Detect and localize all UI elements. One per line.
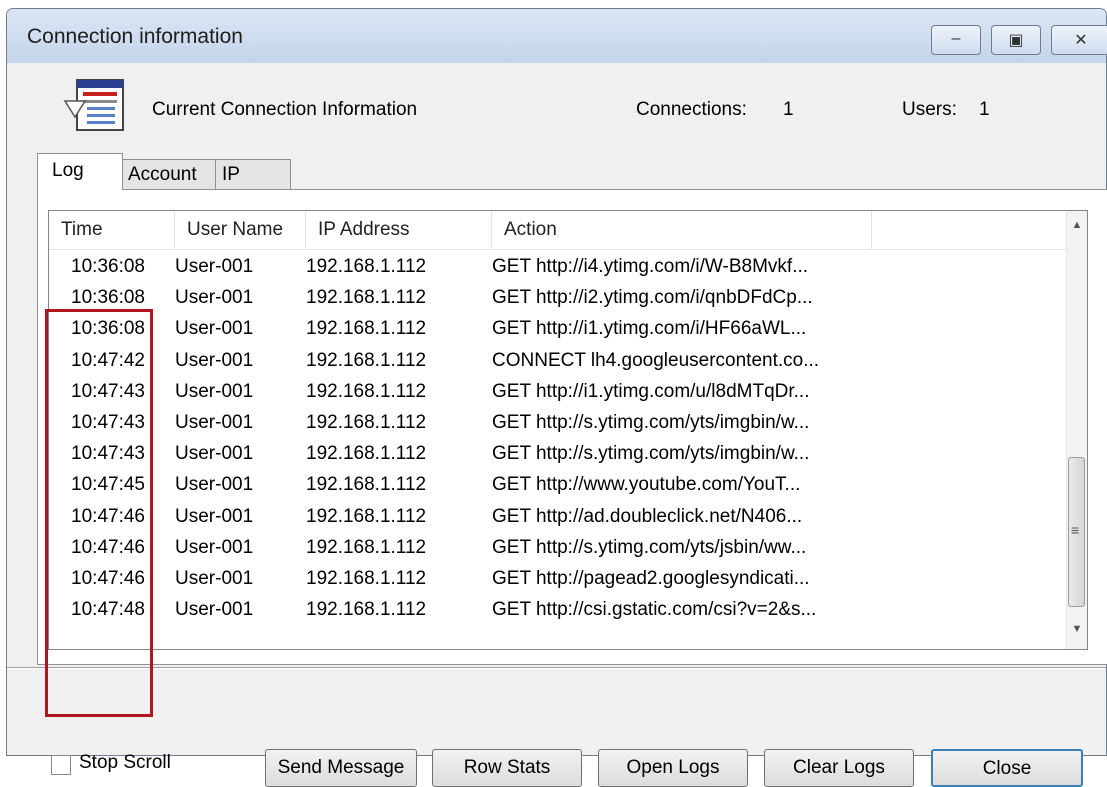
tab-ip[interactable]: IP [215, 159, 291, 191]
table-row[interactable]: 10:36:08 User-001 192.168.1.112 GET http://… [49, 282, 1067, 313]
table-row[interactable]: 10:47:46 User-001 192.168.1.112 GET http://… [49, 563, 1067, 594]
table-row[interactable]: 10:36:08 User-001 192.168.1.112 GET http://… [49, 313, 1067, 344]
close-icon: ✕ [1074, 32, 1088, 49]
user-name-cell: User-001 [175, 567, 254, 589]
divider [7, 667, 1106, 669]
user-name-cell: User-001 [175, 349, 254, 371]
table-row[interactable]: 10:47:45 User-001 192.168.1.112 GET http://… [49, 469, 1067, 500]
table-row[interactable]: 10:47:46 User-001 192.168.1.112 GET http://… [49, 532, 1067, 563]
ip-address-cell: 192.168.1.112 [306, 349, 427, 371]
scroll-thumb[interactable]: ≡ [1068, 457, 1085, 607]
ip-address-cell: 192.168.1.112 [306, 287, 427, 309]
action-cell: GET http://i1.ytimg.com/i/HF66aWL... [492, 318, 807, 340]
column-header-empty [872, 211, 1067, 249]
column-header-ip-address[interactable]: IP Address [306, 211, 492, 249]
user-name-cell: User-001 [175, 380, 254, 402]
scroll-down-icon[interactable]: ▼ [1067, 623, 1087, 643]
header-label: Current Connection Information [152, 99, 418, 120]
list-rows: 10:36:08 User-001 192.168.1.112 GET http://… [49, 251, 1067, 625]
connections-label: Connections: [636, 99, 747, 120]
user-name-cell: User-001 [175, 287, 254, 309]
ip-address-cell: 192.168.1.112 [306, 505, 427, 527]
user-name-cell: User-001 [175, 411, 254, 433]
table-row[interactable]: 10:47:43 User-001 192.168.1.112 GET http://… [49, 438, 1067, 469]
ip-address-cell: 192.168.1.112 [306, 380, 427, 402]
action-cell: GET http://s.ytimg.com/yts/jsbin/ww... [492, 536, 807, 558]
vertical-scrollbar[interactable]: ▲ ≡ ▼ [1066, 211, 1087, 649]
action-cell: GET http://s.ytimg.com/yts/imgbin/w... [492, 411, 810, 433]
action-cell: GET http://i2.ytimg.com/i/qnbDFdCp... [492, 287, 813, 309]
user-name-cell: User-001 [175, 474, 254, 496]
user-name-cell: User-001 [175, 505, 254, 527]
ip-address-cell: 192.168.1.112 [306, 256, 427, 277]
column-header-user-name[interactable]: User Name [175, 211, 306, 249]
tab-log-label: Log [52, 160, 84, 181]
table-row[interactable]: 10:36:08 User-001 192.168.1.112 GET http://… [49, 251, 1067, 282]
minimize-icon: ‒ [951, 30, 961, 47]
table-row[interactable]: 10:47:46 User-001 192.168.1.112 GET http://… [49, 501, 1067, 532]
log-tab-panel: Time User Name IP Address Action 10:36:0… [37, 189, 1107, 665]
action-cell: GET http://www.youtube.com/YouT... [492, 474, 801, 496]
ip-address-cell: 192.168.1.112 [306, 474, 427, 496]
open-logs-button[interactable]: Open Logs [598, 749, 748, 787]
table-row[interactable]: 10:47:43 User-001 192.168.1.112 GET http://… [49, 407, 1067, 438]
title-bar[interactable]: Connection information ‒ ▣ ✕ [7, 9, 1107, 63]
time-cell: 10:36:08 [71, 256, 145, 277]
connections-count: 1 [783, 99, 794, 120]
action-cell: GET http://pagead2.googlesyndicati... [492, 567, 810, 589]
grip-icon: ≡ [1071, 522, 1080, 538]
user-name-cell: User-001 [175, 443, 254, 465]
ip-address-cell: 192.168.1.112 [306, 567, 427, 589]
maximize-icon: ▣ [1008, 32, 1024, 49]
users-label: Users: [902, 99, 957, 120]
clear-logs-button[interactable]: Clear Logs [764, 749, 914, 787]
action-cell: GET http://i4.ytimg.com/i/W-B8Mvkf... [492, 256, 809, 277]
connection-info-window: Connection information ‒ ▣ ✕ Current Con… [6, 8, 1107, 787]
action-cell: GET http://csi.gstatic.com/csi?v=2&s... [492, 599, 817, 621]
send-message-button[interactable]: Send Message [265, 749, 417, 787]
action-cell: GET http://ad.doubleclick.net/N406... [492, 505, 803, 527]
user-name-cell: User-001 [175, 318, 254, 340]
ip-address-cell: 192.168.1.112 [306, 443, 427, 465]
user-name-cell: User-001 [175, 256, 254, 277]
log-list[interactable]: Time User Name IP Address Action 10:36:0… [48, 210, 1088, 650]
ip-address-cell: 192.168.1.112 [306, 318, 427, 340]
ip-address-cell: 192.168.1.112 [306, 411, 427, 433]
action-cell: GET http://i1.ytimg.com/u/l8dMTqDr... [492, 380, 810, 402]
close-button[interactable]: Close [931, 749, 1083, 787]
close-window-button[interactable]: ✕ [1051, 25, 1107, 55]
users-count: 1 [979, 99, 990, 120]
ip-address-cell: 192.168.1.112 [306, 536, 427, 558]
tab-log[interactable]: Log [37, 153, 123, 190]
window-content: Current Connection Information Connectio… [7, 63, 1107, 787]
table-row[interactable]: 10:47:43 User-001 192.168.1.112 GET http://… [49, 376, 1067, 407]
tab-account-label: Account [128, 164, 197, 185]
user-name-cell: User-001 [175, 599, 254, 621]
maximize-button[interactable]: ▣ [991, 25, 1041, 55]
row-stats-button[interactable]: Row Stats [432, 749, 582, 787]
connection-list-icon [63, 79, 124, 131]
ip-address-cell: 192.168.1.112 [306, 599, 427, 621]
list-header: Time User Name IP Address Action [49, 211, 1087, 250]
table-row[interactable]: 10:47:48 User-001 192.168.1.112 GET http://… [49, 594, 1067, 625]
action-cell: GET http://s.ytimg.com/yts/imgbin/w... [492, 443, 810, 465]
table-row[interactable]: 10:47:42 User-001 192.168.1.112 CONNECT lh4… [49, 345, 1067, 376]
tab-ip-label: IP [222, 164, 240, 185]
stop-scroll-label: Stop Scroll [79, 752, 171, 773]
column-header-time[interactable]: Time [49, 211, 175, 249]
column-header-action[interactable]: Action [492, 211, 872, 249]
stop-scroll-checkbox[interactable] [51, 755, 71, 775]
time-column-highlight [45, 309, 153, 717]
action-cell: CONNECT lh4.googleusercontent.co... [492, 349, 820, 371]
user-name-cell: User-001 [175, 536, 254, 558]
minimize-button[interactable]: ‒ [931, 25, 981, 55]
window-title: Connection information [27, 25, 243, 48]
scroll-up-icon[interactable]: ▲ [1067, 219, 1087, 239]
tab-account[interactable]: Account [121, 159, 217, 191]
